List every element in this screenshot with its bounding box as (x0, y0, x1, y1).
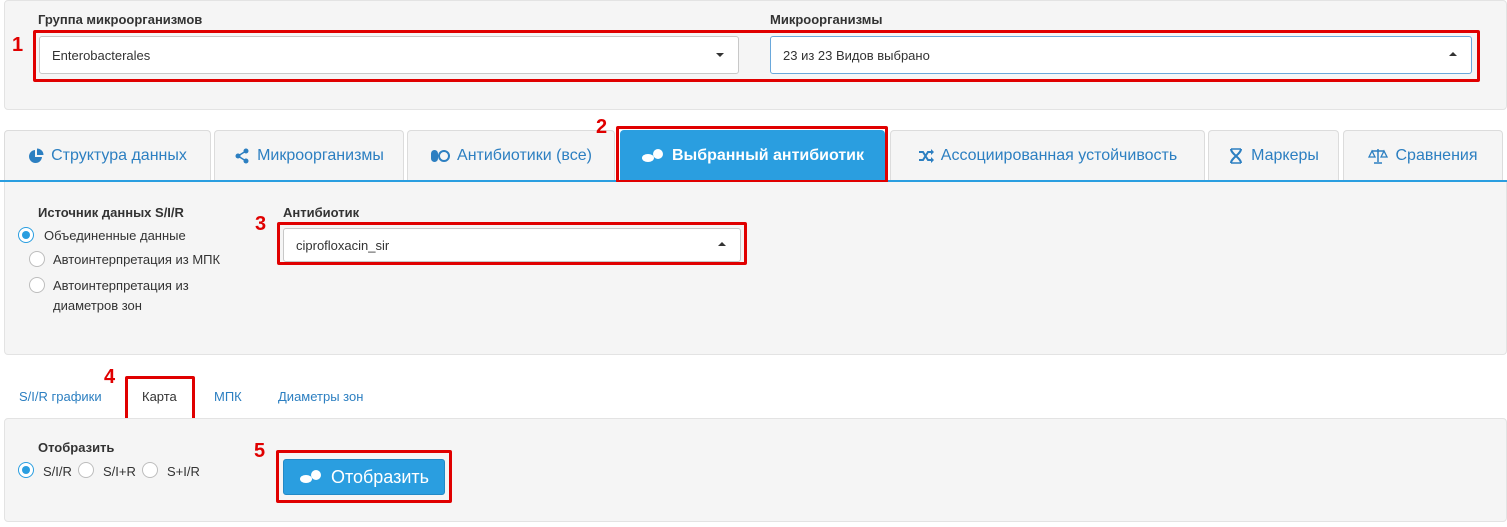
annotation-4: 4 (104, 366, 116, 388)
tab-label: Структура данных (51, 146, 187, 164)
tab-label: Антибиотики (все) (457, 146, 592, 164)
tab-label: Ассоциированная устойчивость (940, 146, 1178, 164)
radio-s-ir-label: S+I/R (167, 464, 200, 479)
subtab-sir-charts[interactable]: S/I/R графики (19, 389, 102, 404)
micro-select-value: 23 из 23 Видов выбрано (783, 47, 930, 63)
tab-associated-resistance[interactable]: Ассоциированная устойчивость (890, 130, 1205, 180)
display-button[interactable]: Отобразить (283, 459, 445, 495)
radio-combined-data-label: Объединенные данные (44, 228, 186, 243)
annotation-1: 1 (12, 34, 24, 56)
antibiotic-select[interactable]: ciprofloxacin_sir (283, 228, 741, 262)
pie-chart-icon (28, 148, 44, 164)
micro-select[interactable]: 23 из 23 Видов выбрано (770, 36, 1472, 74)
radio-auto-mic-label: Автоинтерпретация из МПК (53, 252, 221, 267)
radio-auto-zone-line1: Автоинтерпретация из (53, 278, 189, 293)
tab-label: Сравнения (1395, 146, 1478, 164)
annotation-2: 2 (596, 116, 608, 138)
radio-si-r-label: S/I+R (103, 464, 136, 479)
radio-auto-mic[interactable] (29, 251, 45, 267)
antibiotic-label: Антибиотик (283, 205, 360, 220)
source-label: Источник данных S/I/R (38, 205, 184, 220)
subtab-mic[interactable]: МПК (214, 389, 242, 404)
pills-icon (430, 148, 451, 164)
radio-sir-label: S/I/R (43, 464, 72, 479)
display-panel (4, 418, 1507, 522)
settings-panel (4, 182, 1507, 355)
dna-icon (1228, 147, 1244, 164)
tab-antibiotics-all[interactable]: Антибиотики (все) (407, 130, 615, 180)
group-select-value: Enterobacterales (52, 47, 151, 63)
balance-scale-icon (1368, 148, 1389, 164)
group-label: Группа микроорганизмов (38, 12, 203, 27)
radio-auto-zone[interactable] (29, 277, 45, 293)
radio-auto-zone-line2: диаметров зон (53, 298, 142, 313)
radio-si-r[interactable] (78, 462, 94, 478)
annotation-3: 3 (255, 213, 267, 235)
chevron-up-icon (718, 242, 726, 246)
tab-label: Маркеры (1251, 146, 1319, 164)
chevron-up-icon (1449, 52, 1457, 56)
tab-data-structure[interactable]: Структура данных (4, 130, 211, 180)
tab-markers[interactable]: Маркеры (1208, 130, 1339, 180)
tab-comparisons[interactable]: Сравнения (1343, 130, 1503, 180)
annotation-5: 5 (254, 440, 266, 462)
radio-combined-data[interactable] (18, 227, 34, 243)
pills-icon (641, 148, 665, 164)
subtab-map[interactable]: Карта (142, 389, 177, 404)
group-select[interactable]: Enterobacterales (39, 36, 739, 74)
radio-auto-zone-label: Автоинтерпретация из диаметров зон (53, 276, 189, 316)
chevron-down-icon (716, 53, 724, 57)
shuffle-icon (918, 148, 934, 164)
subtab-zone-diameters[interactable]: Диаметры зон (278, 389, 363, 404)
tab-label: Выбранный антибиотик (671, 146, 865, 164)
micro-label: Микроорганизмы (770, 12, 883, 27)
tab-selected-antibiotic[interactable]: Выбранный антибиотик (620, 130, 885, 180)
tab-microorganisms[interactable]: Микроорганизмы (214, 130, 404, 180)
radio-sir[interactable] (18, 462, 34, 478)
antibiotic-select-value: ciprofloxacin_sir (296, 237, 390, 253)
display-button-label: Отобразить (330, 466, 430, 487)
radio-s-ir[interactable] (142, 462, 158, 478)
pills-icon (299, 469, 323, 485)
share-nodes-icon (234, 148, 250, 164)
tab-label: Микроорганизмы (257, 146, 384, 164)
display-label: Отобразить (38, 440, 115, 455)
